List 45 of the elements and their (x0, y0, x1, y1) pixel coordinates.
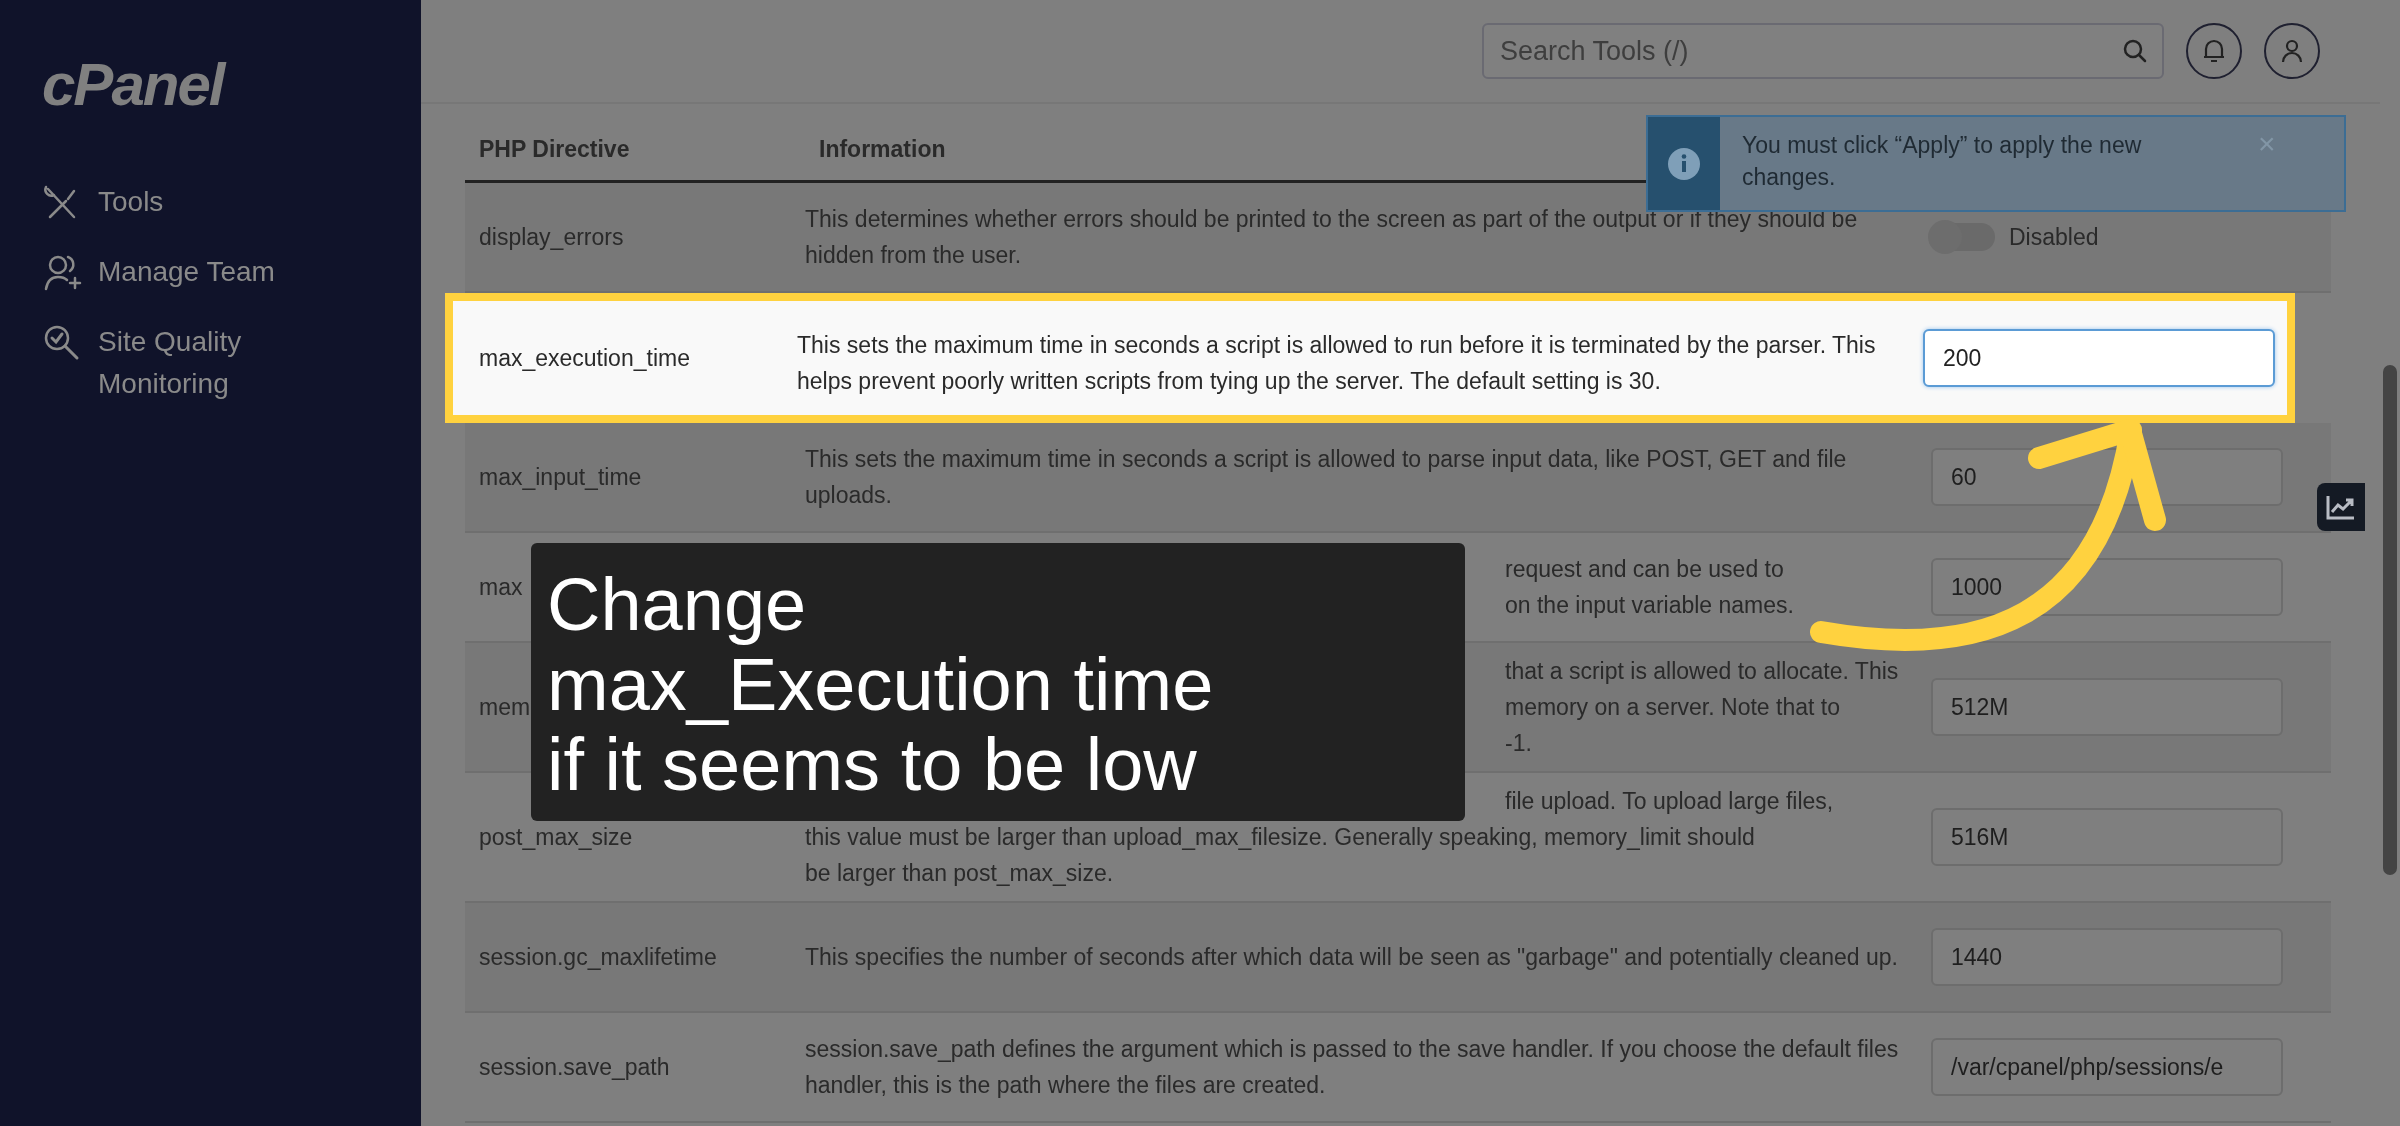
toggle-label: Disabled (2009, 223, 2099, 251)
sidebar-item[interactable]: Site Quality Monitoring (42, 321, 421, 405)
value-field[interactable]: 512M (1931, 678, 2283, 736)
bell-icon (2201, 37, 2227, 65)
column-header: PHP Directive (479, 135, 630, 163)
value-field[interactable]: 1000 (1931, 558, 2283, 616)
add-user-icon (42, 253, 82, 293)
directive-name: session.gc_maxlifetime (478, 943, 718, 971)
sidebar-item[interactable]: Manage Team (42, 251, 421, 293)
info-text: this value must be larger than upload_max_filesize. Generally speaking, memory_limit should (805, 823, 1755, 852)
info-text: -1. (1505, 729, 1532, 758)
search-icon[interactable] (2122, 38, 2148, 64)
sidebar-item[interactable]: Tools (42, 181, 421, 223)
value-field[interactable]: 200 (1923, 329, 2275, 387)
info-text: request and can be used to (1505, 555, 1784, 584)
chart-button[interactable] (2317, 483, 2365, 531)
directive-info: session.save_path defines the argument which is passed to the save handler. If you choose the default files handler, this is the path where the files are created. (805, 1035, 1900, 1100)
column-header: Information (819, 135, 946, 163)
directive-name: post_max_size (478, 823, 634, 851)
value-field[interactable]: /var/cpanel/php/sessions/e (1931, 1038, 2283, 1096)
directive-info: This sets the maximum time in seconds a script is allowed to parse input data, like POST, GET and file uploads. (805, 445, 1848, 510)
directive-name: mem (478, 693, 532, 721)
notifications-button[interactable] (2186, 23, 2242, 79)
directive-name: session.save_path (478, 1053, 671, 1081)
alert-message: You must click “Apply” to apply the new changes. (1741, 131, 2143, 192)
directive-name: display_errors (478, 223, 625, 251)
tutorial-caption: Change max_Execution time if it seems to be low (531, 543, 1465, 821)
line-chart-icon (2325, 493, 2357, 521)
info-text: memory on a server. Note that to (1505, 693, 1840, 722)
user-icon (2279, 37, 2305, 65)
info-text: file upload. To upload large files, (1505, 787, 1834, 816)
info-text: that a script is allowed to allocate. This (1505, 657, 1899, 686)
value-field[interactable]: 516M (1931, 808, 2283, 866)
info-text: be larger than post_max_size. (805, 859, 1114, 888)
value-field[interactable]: 1440 (1931, 928, 2283, 986)
logo: cPanel (42, 50, 224, 119)
directive-info: This specifies the number of seconds after which data will be seen as "garbage" and potentially cleaned up. (805, 943, 1899, 972)
info-icon (1667, 146, 1701, 181)
directive-name: max (478, 573, 524, 601)
search-field[interactable]: Search Tools (/) (1482, 23, 2164, 79)
directive-name: max_execution_time (478, 344, 691, 372)
info-text: on the input variable names. (1505, 591, 1794, 620)
directive-name: max_input_time (478, 463, 643, 491)
user-button[interactable] (2264, 23, 2320, 79)
directive-info: This sets the maximum time in seconds a script is allowed to run before it is terminated by the parser. This helps prevent poorly written scripts from tying up the server. The default setting is 30. (797, 331, 1877, 396)
